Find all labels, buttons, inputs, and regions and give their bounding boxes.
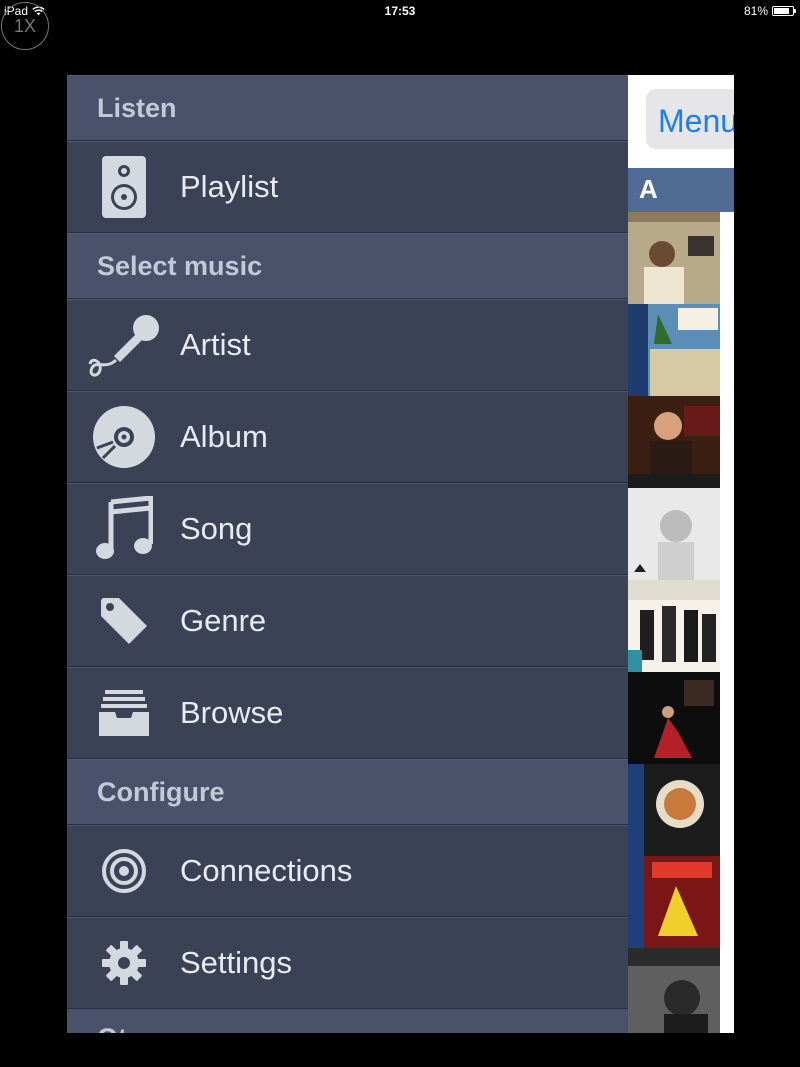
music-note-icon xyxy=(67,483,180,575)
target-icon xyxy=(67,825,180,917)
album-cover[interactable] xyxy=(628,856,720,948)
status-right: 81% xyxy=(743,4,796,18)
album-grid xyxy=(628,212,720,1033)
section-index-header: A xyxy=(628,168,734,212)
menu-item-playlist[interactable]: Playlist xyxy=(67,141,628,233)
battery-icon xyxy=(772,6,796,16)
album-cover[interactable] xyxy=(628,212,720,304)
menu-button[interactable]: Menu xyxy=(646,89,734,149)
zoom-badge[interactable]: 1X xyxy=(1,2,49,50)
menu-item-genre[interactable]: Genre xyxy=(67,575,628,667)
menu-item-album[interactable]: Album xyxy=(67,391,628,483)
section-header-select-music: Select music xyxy=(67,233,628,299)
main-view: Menu A xyxy=(628,75,734,1033)
menu-label-genre: Genre xyxy=(180,602,267,638)
menu-item-settings[interactable]: Settings xyxy=(67,917,628,1009)
microphone-icon xyxy=(67,299,180,391)
app-screen: Menu A Listen Playlist Select music Arti… xyxy=(67,75,734,1033)
menu-label-playlist: Playlist xyxy=(180,168,279,204)
inbox-tray-icon xyxy=(67,667,180,759)
section-header-configure: Configure xyxy=(67,759,628,825)
menu-label-settings: Settings xyxy=(180,944,293,980)
album-cover[interactable] xyxy=(628,948,720,1033)
album-cover[interactable] xyxy=(628,672,720,764)
menu-item-connections[interactable]: Connections xyxy=(67,825,628,917)
album-cover[interactable] xyxy=(628,396,720,488)
speaker-icon xyxy=(67,141,180,233)
battery-percent: 81% xyxy=(743,4,768,18)
side-drawer: Listen Playlist Select music Artist Albu… xyxy=(67,75,628,1033)
section-header-listen: Listen xyxy=(67,75,628,141)
menu-label-artist: Artist xyxy=(180,326,251,362)
disc-icon xyxy=(67,391,180,483)
album-cover[interactable] xyxy=(628,488,720,580)
status-bar: iPad 17:53 81% xyxy=(0,0,800,22)
menu-item-song[interactable]: Song xyxy=(67,483,628,575)
album-cover[interactable] xyxy=(628,304,720,396)
menu-label-browse: Browse xyxy=(180,694,284,730)
album-cover[interactable] xyxy=(628,580,720,672)
status-time: 17:53 xyxy=(384,4,416,18)
album-cover[interactable] xyxy=(628,764,720,856)
menu-label-connections: Connections xyxy=(180,852,353,888)
menu-label-album: Album xyxy=(180,418,268,454)
menu-label-song: Song xyxy=(180,510,253,546)
gear-icon xyxy=(67,917,180,1009)
section-header-other: Ot xyxy=(67,1009,628,1033)
menu-item-browse[interactable]: Browse xyxy=(67,667,628,759)
tag-icon xyxy=(67,575,180,667)
menu-item-artist[interactable]: Artist xyxy=(67,299,628,391)
